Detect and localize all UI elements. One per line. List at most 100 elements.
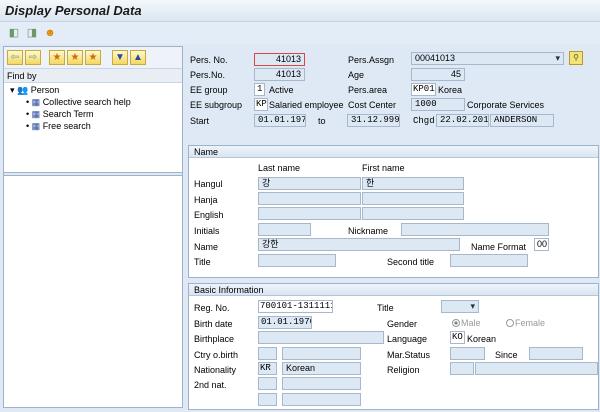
hangul-label: Hangul	[194, 179, 223, 189]
nationality-code-field[interactable]: KR	[258, 362, 277, 375]
nickname-field[interactable]	[401, 223, 549, 236]
next-record-icon[interactable]: ◨	[25, 26, 39, 40]
gender-female-radio[interactable]: Female	[506, 318, 545, 328]
ctry-birth-code-field[interactable]	[258, 347, 277, 360]
religion-text-field[interactable]	[475, 362, 598, 375]
nickname-label: Nickname	[348, 226, 389, 236]
birth-date-label: Birth date	[194, 319, 233, 329]
language-text: Korean	[467, 334, 497, 344]
radio-selected-icon	[452, 319, 460, 327]
age-label: Age	[348, 70, 365, 80]
tree-item-collective-search[interactable]: • ▦ Collective search help	[26, 97, 131, 108]
tree-item-free-search[interactable]: • ▦ Free search	[26, 121, 91, 132]
name-format-field[interactable]: 00	[534, 238, 549, 251]
mar-status-label: Mar.Status	[387, 350, 431, 360]
pers-assgn-dropdown[interactable]: 00041013 ▾	[411, 52, 564, 65]
changed-by-field[interactable]: ANDERSON	[490, 114, 554, 127]
start-label: Start	[190, 116, 210, 126]
title-field[interactable]	[258, 254, 336, 267]
add-favorite-icon[interactable]: ★	[49, 50, 65, 65]
pers-no2-field[interactable]: 41013	[254, 68, 305, 81]
third-nat-text-field[interactable]	[282, 393, 361, 406]
pers-area-text: Korea	[438, 85, 463, 95]
pers-no-field[interactable]: 41013	[254, 53, 305, 66]
english-last-name-field[interactable]	[258, 207, 361, 220]
to-label: to	[318, 116, 326, 126]
start-date-field[interactable]: 01.01.1970	[254, 114, 306, 127]
expand-icon[interactable]: ▼	[112, 50, 128, 65]
birth-date-field[interactable]: 01.01.1970	[258, 316, 312, 329]
ee-group-text: Active	[269, 85, 294, 95]
pers-assgn-value: 00041013	[415, 53, 456, 63]
radio-unselected-icon	[506, 319, 514, 327]
person-overview-icon[interactable]: ☻	[43, 26, 57, 40]
find-by-header: Find by	[4, 69, 182, 83]
second-nat-code-field[interactable]	[258, 377, 277, 390]
birthplace-field[interactable]	[258, 331, 384, 344]
initials-field[interactable]	[258, 223, 311, 236]
male-label: Male	[461, 318, 481, 328]
cost-center-field[interactable]: 1000	[411, 98, 465, 111]
english-label: English	[194, 210, 224, 220]
tree-item-search-term[interactable]: • ▦ Search Term	[26, 109, 94, 120]
pane-splitter[interactable]	[4, 172, 182, 176]
change-favorite-icon[interactable]: ★	[85, 50, 101, 65]
end-date-field[interactable]: 31.12.9999	[347, 114, 400, 127]
chevron-down-icon: ▾	[470, 301, 475, 311]
hanja-first-name-field[interactable]	[362, 192, 464, 205]
hanja-last-name-field[interactable]	[258, 192, 361, 205]
changed-date-field[interactable]: 22.02.2012	[436, 114, 489, 127]
language-label: Language	[387, 334, 428, 344]
name-format-label: Name Format	[471, 242, 527, 252]
ctry-birth-text-field[interactable]	[282, 347, 361, 360]
back-icon[interactable]: ⇦	[7, 50, 23, 65]
hanja-label: Hanja	[194, 195, 218, 205]
religion-code-field[interactable]	[450, 362, 474, 375]
second-title-field[interactable]	[450, 254, 528, 267]
english-first-name-field[interactable]	[362, 207, 464, 220]
gender-male-radio[interactable]: Male	[452, 318, 481, 328]
pers-no-label: Pers. No.	[190, 55, 228, 65]
nationality-text-field[interactable]: Korean	[282, 362, 361, 375]
name-group-title: Name	[189, 146, 598, 158]
tree-item-label: Collective search help	[42, 97, 131, 107]
ee-group-label: EE group	[190, 85, 228, 95]
tree-item-label: Free search	[42, 121, 91, 131]
name-label: Name	[194, 242, 219, 252]
collapse-icon[interactable]: ▲	[130, 50, 146, 65]
collapse-arrow-icon[interactable]: ▾	[10, 85, 17, 95]
org-structure-icon[interactable]: ⚲	[569, 51, 583, 65]
pers-area-field[interactable]: KP01	[411, 83, 436, 96]
title-label: Title	[194, 257, 211, 267]
pers-no2-label: Pers.No.	[190, 70, 226, 80]
title-bar: Display Personal Data	[0, 0, 600, 22]
basic-title-dropdown[interactable]: ▾	[441, 300, 479, 313]
mar-status-field[interactable]	[450, 347, 485, 360]
ee-subgroup-text: Salaried employee	[269, 100, 344, 110]
favorite-icon[interactable]: ★	[67, 50, 83, 65]
object-manager-toolbar: ⇦ ⇨ ★ ★ ★ ▼ ▲	[4, 47, 182, 69]
chevron-down-icon: ▾	[555, 53, 560, 63]
person-icon: 👥	[17, 85, 29, 95]
ee-group-field[interactable]: 1	[254, 83, 265, 96]
tree-node-person[interactable]: ▾ 👥 Person	[10, 85, 59, 96]
hangul-last-name-field[interactable]: 강	[258, 177, 361, 190]
reg-no-field[interactable]: 700101-1311111	[258, 300, 333, 313]
second-title-label: Second title	[387, 257, 435, 267]
age-field[interactable]: 45	[411, 68, 465, 81]
hangul-first-name-field[interactable]: 한	[362, 177, 464, 190]
ee-subgroup-label: EE subgroup	[190, 100, 243, 110]
since-field[interactable]	[529, 347, 583, 360]
language-code-field[interactable]: KO	[450, 331, 465, 344]
second-nat-text-field[interactable]	[282, 377, 361, 390]
ee-subgroup-field[interactable]: KP	[254, 98, 268, 111]
previous-record-icon[interactable]: ◧	[7, 26, 21, 40]
binoculars-icon: ▦	[31, 121, 41, 131]
full-name-field[interactable]: 강한	[258, 238, 460, 251]
third-nat-code-field[interactable]	[258, 393, 277, 406]
binoculars-icon: ▦	[31, 109, 41, 119]
forward-icon[interactable]: ⇨	[25, 50, 41, 65]
basic-information-title: Basic Information	[189, 284, 598, 296]
cost-center-text: Corporate Services	[467, 100, 545, 110]
pers-assgn-label: Pers.Assgn	[348, 55, 395, 65]
